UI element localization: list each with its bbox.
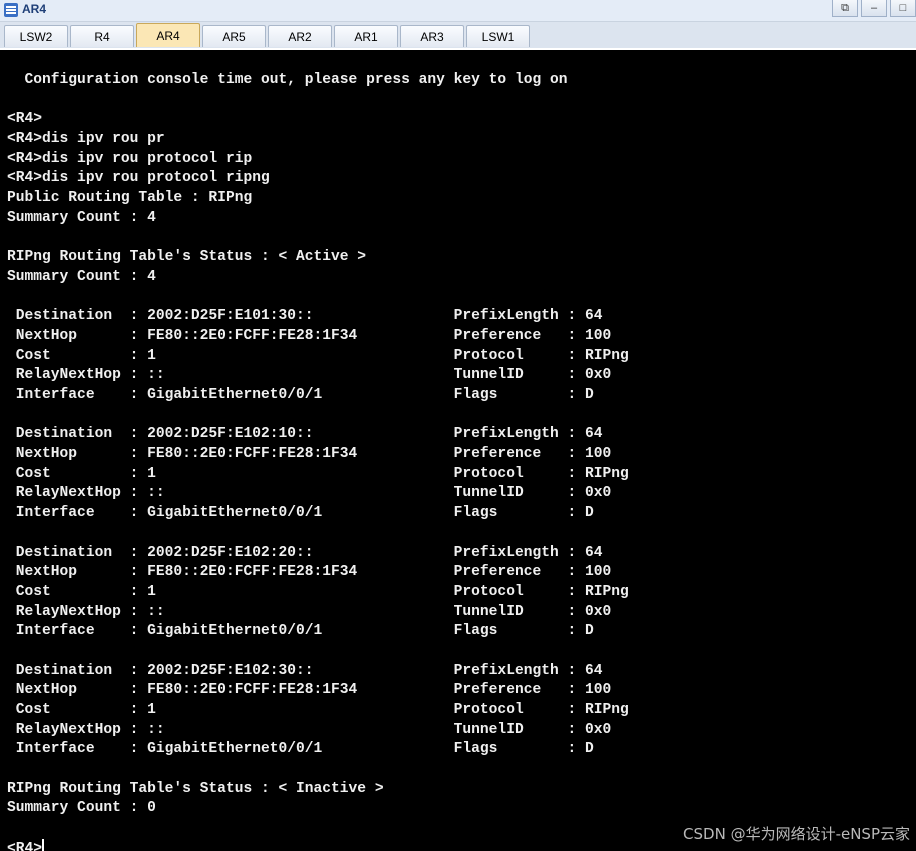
terminal-line: Destination : 2002:D25F:E101:30:: Prefix… [7,308,603,325]
window-title: AR4 [22,2,47,16]
terminal-line: RelayNextHop : :: TunnelID : 0x0 [7,721,612,738]
terminal-line: Cost : 1 Protocol : RIPng [7,347,629,364]
terminal-line: NextHop : FE80::2E0:FCFF:FE28:1F34 Prefe… [7,564,612,581]
tab-ar1[interactable]: AR1 [334,25,398,47]
console-terminal[interactable]: Configuration console time out, please p… [0,50,916,851]
minimize-icon[interactable]: – [861,0,887,17]
terminal-line: <R4> [7,838,629,851]
text-cursor [42,838,45,851]
terminal-line: Destination : 2002:D25F:E102:20:: Prefix… [7,544,603,561]
restore-icon[interactable]: ⧉ [832,0,858,17]
app-terminal-icon [4,3,18,17]
terminal-line: RIPng Routing Table's Status : < Inactiv… [7,780,384,797]
terminal-line: Public Routing Table : RIPng [7,190,253,207]
terminal-line: Interface : GigabitEthernet0/0/1 Flags :… [7,741,594,758]
terminal-line: Destination : 2002:D25F:E102:30:: Prefix… [7,662,603,679]
tab-ar4[interactable]: AR4 [136,23,200,47]
terminal-line: <R4>dis ipv rou protocol rip [7,150,253,167]
terminal-line: RelayNextHop : :: TunnelID : 0x0 [7,485,612,502]
terminal-line: <R4>dis ipv rou protocol ripng [7,170,270,187]
terminal-line: <R4>dis ipv rou pr [7,131,165,148]
terminal-line: Configuration console time out, please p… [7,72,568,88]
terminal-line: Summary Count : 4 [7,209,156,226]
terminal-line: Interface : GigabitEthernet0/0/1 Flags :… [7,387,594,403]
tab-r4[interactable]: R4 [70,25,134,47]
window-controls: ⧉ – □ [829,0,916,20]
terminal-line: Interface : GigabitEthernet0/0/1 Flags :… [7,623,594,640]
terminal-line: Cost : 1 Protocol : RIPng [7,702,629,718]
terminal-line: RelayNextHop : :: TunnelID : 0x0 [7,367,612,384]
device-tab-bar: LSW2 R4 AR4 AR5 AR2 AR1 AR3 LSW1 [0,22,916,50]
terminal-line: Summary Count : 4 [7,268,156,285]
terminal-line: NextHop : FE80::2E0:FCFF:FE28:1F34 Prefe… [7,446,612,463]
tab-ar3[interactable]: AR3 [400,25,464,47]
tab-lsw2[interactable]: LSW2 [4,25,68,47]
watermark: CSDN @华为网络设计-eNSP云家 [683,825,910,843]
terminal-line: Cost : 1 Protocol : RIPng [7,583,629,600]
terminal-line: NextHop : FE80::2E0:FCFF:FE28:1F34 Prefe… [7,682,612,699]
maximize-icon[interactable]: □ [890,0,916,17]
terminal-line: Interface : GigabitEthernet0/0/1 Flags :… [7,505,594,522]
title-bar: AR4 ⧉ – □ [0,0,916,22]
tab-ar2[interactable]: AR2 [268,25,332,47]
terminal-line: NextHop : FE80::2E0:FCFF:FE28:1F34 Prefe… [7,327,612,344]
terminal-line: Summary Count : 0 [7,800,156,817]
terminal-line: Cost : 1 Protocol : RIPng [7,465,629,482]
terminal-line: RelayNextHop : :: TunnelID : 0x0 [7,603,612,620]
terminal-line: <R4> [7,111,43,128]
tab-lsw1[interactable]: LSW1 [466,25,530,47]
terminal-line: Destination : 2002:D25F:E102:10:: Prefix… [7,426,603,443]
terminal-output: Configuration console time out, please p… [7,71,629,851]
terminal-line: RIPng Routing Table's Status : < Active … [7,249,367,266]
tab-ar5[interactable]: AR5 [202,25,266,47]
